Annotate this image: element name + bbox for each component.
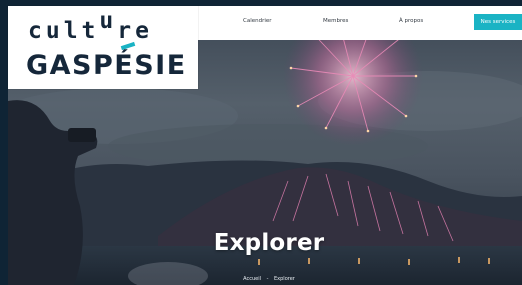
page: Calendrier Membres À propos Nes services…	[0, 0, 522, 285]
breadcrumb-home-link[interactable]: Accueil	[243, 276, 261, 282]
breadcrumb-separator: -	[266, 276, 269, 282]
nav-link-calendrier[interactable]: Calendrier	[243, 18, 272, 24]
breadcrumb-current: Explorer	[274, 276, 295, 282]
site-logo[interactable]: culture GASPÉSIE	[8, 6, 198, 89]
logo-culture-u: u	[99, 8, 118, 34]
nav-link-a-propos[interactable]: À propos	[399, 18, 423, 24]
nos-services-button[interactable]: Nes services	[474, 14, 522, 30]
logo-wordmark-culture: culture	[28, 8, 153, 44]
page-title: Explorer	[213, 230, 325, 256]
nav-link-membres[interactable]: Membres	[323, 18, 348, 24]
breadcrumb: Accueil - Explorer	[8, 276, 522, 282]
logo-culture-cult: cult	[28, 18, 100, 44]
logo-culture-re: re	[117, 18, 153, 44]
binoculars-icon	[68, 128, 96, 142]
logo-wordmark-gaspesie: GASPÉSIE	[26, 50, 187, 81]
